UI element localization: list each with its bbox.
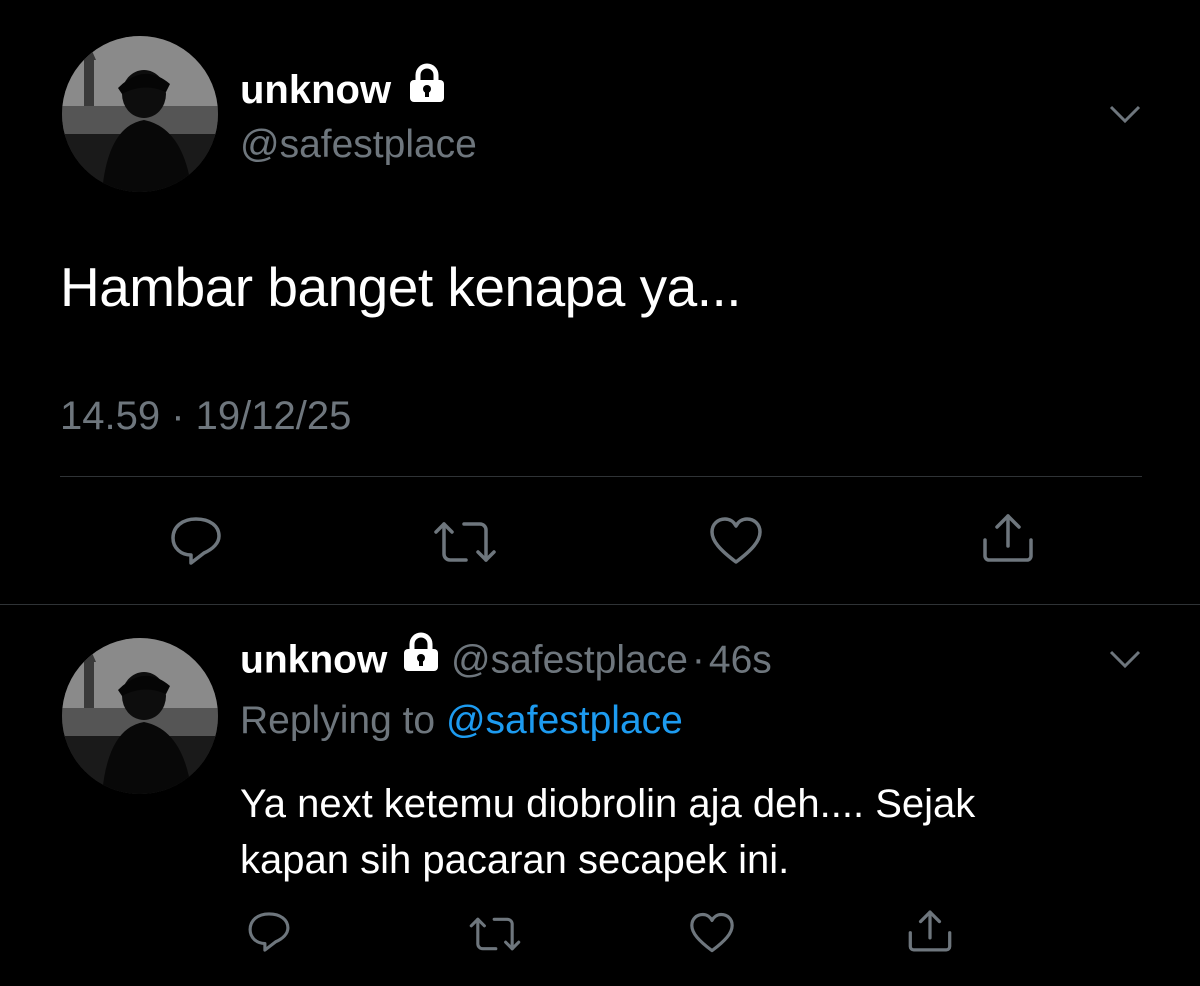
reply-text-line: Ya next ketemu diobrolin aja deh.... Sej… (240, 782, 976, 826)
share-icon[interactable] (906, 908, 954, 954)
reply-header: unknow @safestplace · 46s (240, 632, 772, 688)
divider (0, 604, 1200, 605)
avatar-photo (62, 638, 218, 794)
retweet-icon[interactable] (432, 518, 498, 566)
chevron-down-icon[interactable] (1108, 648, 1142, 670)
handle[interactable]: @safestplace (240, 122, 477, 168)
reply-time[interactable]: 46s (709, 638, 772, 681)
reply-text: Ya next ketemu diobrolin aja deh.... Sej… (240, 776, 975, 888)
retweet-icon[interactable] (468, 914, 522, 954)
reply-display-name[interactable]: unknow (240, 638, 387, 681)
display-name-text: unknow (240, 68, 392, 112)
avatar[interactable] (62, 36, 218, 192)
replying-to: Replying to @safestplace (240, 698, 683, 744)
reply-handle[interactable]: @safestplace (451, 638, 688, 681)
separator: · (691, 638, 705, 682)
reply-text-line: kapan sih pacaran secapek ini. (240, 838, 790, 882)
divider (60, 476, 1142, 477)
replying-handle-link[interactable]: @safestplace (446, 699, 683, 742)
like-icon[interactable] (688, 912, 736, 954)
reply-icon[interactable] (168, 515, 224, 567)
reply-avatar[interactable] (62, 638, 218, 794)
reply-icon[interactable] (246, 910, 292, 954)
display-name[interactable]: unknow (240, 63, 446, 118)
share-icon[interactable] (980, 512, 1036, 564)
chevron-down-icon[interactable] (1108, 103, 1142, 125)
tweet-text: Hambar banget kenapa ya... (60, 256, 742, 318)
lock-icon (408, 63, 446, 114)
like-icon[interactable] (708, 516, 764, 566)
lock-icon (402, 632, 440, 684)
avatar-photo (62, 36, 218, 192)
replying-prefix: Replying to (240, 699, 436, 742)
timestamp[interactable]: 14.59 · 19/12/25 (60, 392, 351, 440)
